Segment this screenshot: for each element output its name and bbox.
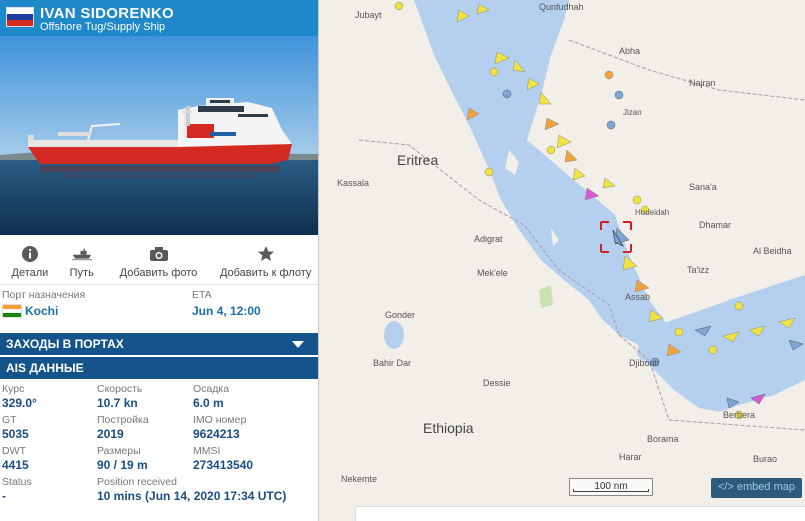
ais-data-section[interactable]: AIS ДАННЫЕ (0, 357, 318, 379)
add-to-fleet-label: Добавить к флоту (219, 267, 312, 279)
place-borama: Borama (647, 434, 679, 444)
place-djibouti: Djibouti (629, 358, 660, 368)
add-photo-label: Добавить фото (119, 267, 198, 279)
gt-field: GT 5035 (2, 414, 29, 442)
russia-flag-icon (6, 7, 34, 27)
track-button[interactable]: Путь (60, 235, 104, 284)
size-label: Размеры (97, 445, 141, 457)
destination-port[interactable]: Kochi (25, 304, 58, 318)
map-canvas[interactable] (319, 0, 805, 521)
ais-data-grid: Курс 329.0° Скорость 10.7 kn Осадка 6.0 … (0, 379, 318, 521)
vessel-name: IVAN SIDORENKO (40, 5, 174, 22)
eta-value: Jun 4, 12:00 (192, 304, 261, 318)
info-icon (20, 245, 40, 263)
place-abha: Abha (619, 46, 641, 56)
size-field: Размеры 90 / 19 m (97, 445, 148, 473)
eta-label: ETA (192, 289, 212, 301)
status-value: - (2, 489, 6, 503)
gt-label: GT (2, 414, 17, 426)
draught-value: 6.0 m (193, 396, 224, 410)
place-jizan: Jizan (623, 108, 642, 117)
dwt-value: 4415 (2, 458, 29, 472)
place-berbera: Berbera (723, 410, 756, 420)
built-field: Постройка 2019 (97, 414, 149, 442)
mmsi-field: MMSI 273413540 (193, 445, 253, 473)
star-icon (256, 245, 276, 263)
chevron-down-icon (292, 341, 304, 348)
place-kassala: Kassala (337, 178, 370, 188)
vessel-panel: IVAN SIDORENKO Offshore Tug/Supply Ship (0, 0, 319, 521)
port-calls-section[interactable]: ЗАХОДЫ В ПОРТАХ (0, 333, 318, 355)
place-jubayt: Jubayt (355, 10, 382, 20)
place-dessie: Dessie (483, 378, 511, 388)
place-qunfudhah: Qunfudhah (539, 2, 584, 12)
camera-icon (149, 245, 169, 263)
place-gonder: Gonder (385, 310, 416, 320)
map-footer-strip (355, 506, 805, 521)
map-scale-bar: 100 nm (569, 478, 653, 496)
place-mekele: Mek'ele (477, 268, 508, 278)
dwt-label: DWT (2, 445, 26, 457)
add-photo-button[interactable]: Добавить фото (104, 235, 214, 284)
draught-field: Осадка 6.0 m (193, 383, 229, 411)
imo-value: 9624213 (193, 427, 240, 441)
draught-label: Осадка (193, 383, 230, 395)
place-taizz: Ta'izz (687, 265, 710, 275)
embed-map-button[interactable]: </> embed map (710, 478, 802, 498)
mmsi-label: MMSI (193, 445, 221, 457)
dwt-field: DWT 4415 (2, 445, 29, 473)
eta-block: ETA Jun 4, 12:00 (192, 289, 261, 318)
status-field: Status - (2, 476, 32, 504)
place-harar: Harar (619, 452, 642, 462)
port-calls-title: ЗАХОДЫ В ПОРТАХ (6, 337, 124, 351)
imo-field: IMO номер 9624213 (193, 414, 246, 442)
place-albeidha: Al Beidha (753, 246, 792, 256)
speed-label: Скорость (97, 383, 143, 395)
place-dhamar: Dhamar (699, 220, 732, 230)
imo-label: IMO номер (193, 414, 247, 426)
add-to-fleet-button[interactable]: Добавить к флоту (213, 235, 318, 284)
vessel-header: IVAN SIDORENKO Offshore Tug/Supply Ship (0, 0, 318, 36)
details-button[interactable]: Детали (0, 235, 60, 284)
ship-track-icon (71, 245, 92, 263)
ais-data-title: AIS ДАННЫЕ (6, 361, 84, 375)
position-received-value: 10 mins (Jun 14, 2020 17:34 UTC) (97, 489, 287, 503)
built-value: 2019 (97, 427, 124, 441)
status-label: Status (2, 476, 32, 488)
vessel-actions: Детали Путь Добавить фото Добавить к фло… (0, 235, 318, 285)
place-assab: Assab (625, 292, 651, 302)
vessel-type: Offshore Tug/Supply Ship (40, 21, 166, 33)
place-bahirdar: Bahir Dar (373, 358, 412, 368)
destination-label: Порт назначения (2, 289, 86, 301)
region-eritrea: Eritrea (397, 152, 439, 168)
india-flag-icon (2, 304, 22, 318)
details-label: Детали (11, 267, 49, 279)
position-received-label: Position received (97, 476, 177, 488)
region-ethiopia: Ethiopia (423, 420, 474, 436)
map-view[interactable]: Jubayt Qunfudhah Abha Najran Jizan Eritr… (319, 0, 805, 521)
speed-field: Скорость 10.7 kn (97, 383, 142, 411)
destination-value[interactable]: Kochi (2, 304, 58, 318)
destination-block: Порт назначения Kochi ETA Jun 4, 12:00 (0, 285, 318, 330)
place-nekemte: Nekemte (341, 474, 378, 484)
place-najran: Najran (689, 78, 716, 88)
size-value: 90 / 19 m (97, 458, 148, 472)
course-field: Курс 329.0° (2, 383, 37, 411)
position-received-field: Position received 10 mins (Jun 14, 2020 … (97, 476, 286, 504)
gt-value: 5035 (2, 427, 29, 441)
place-adigrat: Adigrat (474, 234, 503, 244)
built-label: Постройка (97, 414, 149, 426)
mmsi-value: 273413540 (193, 458, 254, 472)
speed-value: 10.7 kn (97, 396, 138, 410)
vessel-photo[interactable] (0, 36, 318, 235)
course-value: 329.0° (2, 396, 37, 410)
track-label: Путь (69, 267, 94, 279)
place-hodeidah: Hodeidah (635, 208, 670, 217)
place-burao: Burao (753, 454, 778, 464)
course-label: Курс (2, 383, 25, 395)
place-sanaa: Sana'a (689, 182, 717, 192)
